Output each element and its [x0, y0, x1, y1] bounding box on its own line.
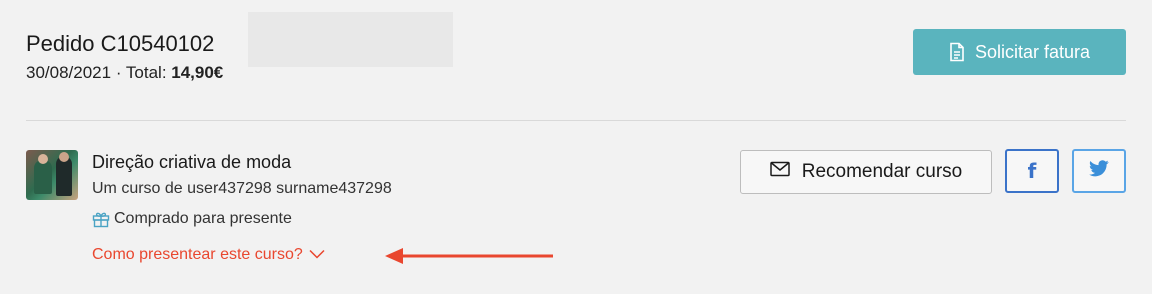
order-title: Pedido C10540102 — [26, 31, 215, 56]
recommend-course-button[interactable]: Recomendar curso — [740, 150, 992, 194]
chevron-down-icon — [309, 244, 325, 266]
redacted-area — [248, 12, 453, 67]
gift-icon — [92, 210, 110, 228]
how-to-gift-toggle[interactable]: Como presentear este curso? — [92, 244, 392, 266]
course-thumbnail[interactable] — [26, 150, 78, 200]
divider — [26, 120, 1126, 121]
gift-status: Comprado para presente — [92, 208, 392, 230]
annotation-arrow — [385, 246, 555, 271]
facebook-share-button[interactable]: f — [1005, 149, 1059, 193]
course-info: Direção criativa de moda Um curso de use… — [92, 150, 392, 266]
how-to-gift-label: Como presentear este curso? — [92, 246, 303, 263]
gift-status-label: Comprado para presente — [114, 210, 292, 227]
facebook-icon: f — [1027, 159, 1037, 183]
order-date: 30/08/2021 — [26, 63, 112, 82]
course-title[interactable]: Direção criativa de moda — [92, 150, 392, 174]
request-invoice-label: Solicitar fatura — [974, 41, 1091, 62]
order-meta: 30/08/2021 · Total: 14,90€ — [26, 62, 223, 84]
document-icon — [949, 42, 965, 62]
order-total-value: 14,90€ — [171, 63, 224, 82]
request-invoice-button[interactable]: Solicitar fatura — [913, 29, 1126, 75]
recommend-course-label: Recomendar curso — [801, 161, 963, 182]
order-header: Pedido C10540102 30/08/2021 · Total: 14,… — [26, 30, 223, 84]
twitter-share-button[interactable] — [1072, 149, 1126, 193]
order-total-label: Total: — [125, 63, 172, 82]
order-separator: · — [111, 63, 126, 82]
course-author: Um curso de user437298 surname437298 — [92, 180, 392, 197]
twitter-icon — [1089, 160, 1109, 182]
envelope-icon — [769, 161, 790, 183]
